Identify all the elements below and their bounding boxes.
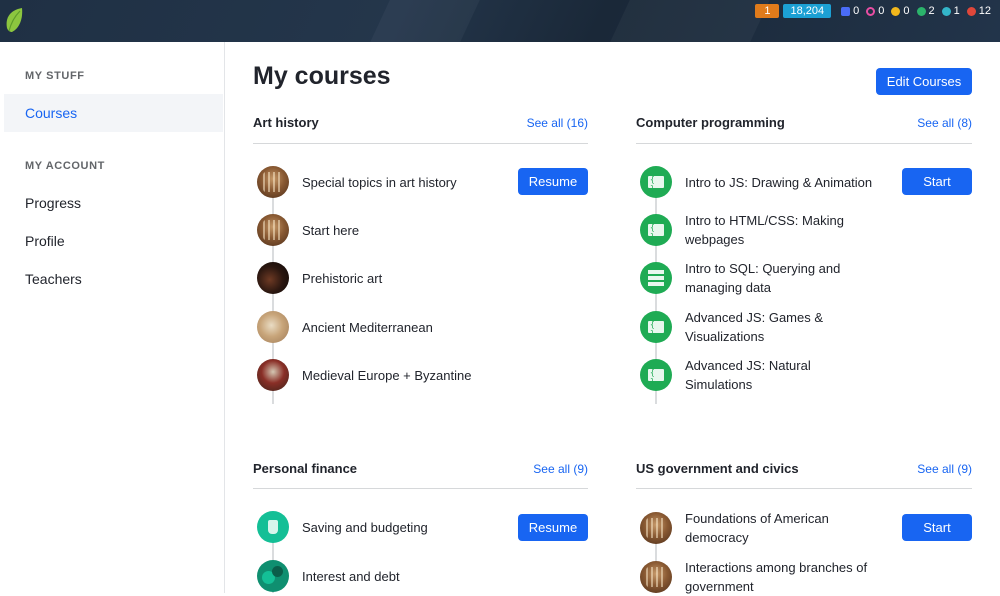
section-title-us-government: US government and civics <box>636 461 799 476</box>
course-title: Interest and debt <box>302 568 400 584</box>
resume-personal-finance-button[interactable]: Resume <box>518 514 588 541</box>
red-badge-icon <box>966 6 976 16</box>
section-title-personal-finance: Personal finance <box>253 461 358 476</box>
course-item[interactable]: Interest and debt <box>257 560 400 592</box>
green-badge-icon <box>916 6 926 16</box>
course-title: Intro to HTML/CSS: Making webpages <box>685 213 844 247</box>
see-all-computer-programming-link[interactable]: See all (8) <box>884 116 972 130</box>
course-title: Foundations of American democracy <box>685 511 829 545</box>
sidebar: MY STUFF Courses MY ACCOUNT Progress Pro… <box>0 42 225 593</box>
coins-icon <box>257 560 289 592</box>
teal-badge-icon <box>941 6 951 16</box>
capitol-building-icon <box>640 561 672 593</box>
course-title: Advanced JS: Games & Visualizations <box>685 310 824 344</box>
course-item[interactable]: Intro to SQL: Querying and managing data <box>640 259 885 297</box>
capitol-building-icon <box>640 512 672 544</box>
badge-count-gold[interactable]: 0 <box>891 5 910 17</box>
section-divider <box>253 143 588 144</box>
code-editor-icon <box>640 359 672 391</box>
section-divider <box>636 488 972 489</box>
section-divider <box>636 143 972 144</box>
start-computer-programming-button[interactable]: Start <box>902 168 972 195</box>
course-title: Intro to SQL: Querying and managing data <box>685 261 841 295</box>
resume-art-history-button[interactable]: Resume <box>518 168 588 195</box>
course-title: Special topics in art history <box>302 174 457 190</box>
prehistoric-art-icon <box>257 262 289 294</box>
course-item[interactable]: Advanced JS: Games & Visualizations <box>640 308 885 346</box>
see-all-us-government-link[interactable]: See all (9) <box>884 462 972 476</box>
course-title: Ancient Mediterranean <box>302 319 433 335</box>
course-item[interactable]: Intro to HTML/CSS: Making webpages <box>640 211 885 249</box>
html-tag-icon <box>640 214 672 246</box>
blue-badge-icon <box>841 6 851 16</box>
course-title: Medieval Europe + Byzantine <box>302 367 472 383</box>
edit-courses-button[interactable]: Edit Courses <box>876 68 972 95</box>
sidebar-item-courses[interactable]: Courses <box>4 94 223 132</box>
my-account-heading: MY ACCOUNT <box>25 160 105 172</box>
energy-points-badge[interactable]: 18,204 <box>783 4 832 18</box>
course-item[interactable]: Special topics in art history <box>257 166 457 198</box>
course-title: Prehistoric art <box>302 270 383 286</box>
gold-badge-icon <box>891 6 901 16</box>
database-table-icon <box>640 262 672 294</box>
course-item[interactable]: Interactions among branches of governmen… <box>640 558 885 596</box>
see-all-personal-finance-link[interactable]: See all (9) <box>500 462 588 476</box>
course-title: Advanced JS: Natural Simulations <box>685 358 811 392</box>
badge-count-blue[interactable]: 0 <box>841 5 859 17</box>
section-divider <box>253 488 588 489</box>
code-editor-icon <box>640 166 672 198</box>
course-title: Start here <box>302 222 360 238</box>
course-title: Saving and budgeting <box>302 519 428 535</box>
top-navigation-bar: 1 18,204 0 0 0 2 1 12 <box>0 0 1000 42</box>
byzantine-art-icon <box>257 359 289 391</box>
badge-count-value: 0 <box>878 5 885 17</box>
badge-count-value: 0 <box>853 5 860 17</box>
course-title: Interactions among branches of governmen… <box>685 560 868 594</box>
streak-badge[interactable]: 1 <box>755 4 780 18</box>
topbar-pattern-shard <box>610 0 770 42</box>
mediterranean-art-icon <box>257 311 289 343</box>
badge-count-value: 0 <box>903 5 910 17</box>
badge-count-value: 12 <box>978 5 991 17</box>
course-item[interactable]: Intro to JS: Drawing & Animation <box>640 166 872 198</box>
course-item[interactable]: Saving and budgeting <box>257 511 428 543</box>
badge-count-red[interactable]: 12 <box>966 5 991 17</box>
sidebar-item-profile[interactable]: Profile <box>4 222 223 260</box>
leaf-logo-icon[interactable] <box>4 6 24 34</box>
art-gallery-icon <box>257 166 289 198</box>
badge-count-value: 1 <box>953 5 960 17</box>
course-item[interactable]: Medieval Europe + Byzantine <box>257 359 471 391</box>
course-item[interactable]: Start here <box>257 214 359 246</box>
badge-count-value: 2 <box>928 5 935 17</box>
art-gallery-icon <box>257 214 289 246</box>
course-item[interactable]: Prehistoric art <box>257 262 382 294</box>
start-us-government-button[interactable]: Start <box>902 514 972 541</box>
course-title: Intro to JS: Drawing & Animation <box>685 174 873 190</box>
badge-count-teal[interactable]: 1 <box>941 5 960 17</box>
my-stuff-heading: MY STUFF <box>25 70 85 82</box>
code-editor-icon <box>640 311 672 343</box>
pink-badge-icon <box>866 6 876 16</box>
badge-count-green[interactable]: 2 <box>916 5 935 17</box>
course-item[interactable]: Foundations of American democracy <box>640 509 885 547</box>
section-title-computer-programming: Computer programming <box>636 115 785 130</box>
user-stats: 1 18,204 0 0 0 2 1 12 <box>755 4 994 18</box>
section-title-art-history: Art history <box>253 115 319 130</box>
sidebar-item-progress[interactable]: Progress <box>4 184 223 222</box>
sidebar-item-teachers[interactable]: Teachers <box>4 260 223 298</box>
money-bag-icon <box>257 511 289 543</box>
badge-count-pink[interactable]: 0 <box>866 5 884 17</box>
course-item[interactable]: Advanced JS: Natural Simulations <box>640 356 885 394</box>
page-title: My courses <box>253 62 391 90</box>
see-all-art-history-link[interactable]: See all (16) <box>500 116 588 130</box>
course-item[interactable]: Ancient Mediterranean <box>257 311 433 343</box>
